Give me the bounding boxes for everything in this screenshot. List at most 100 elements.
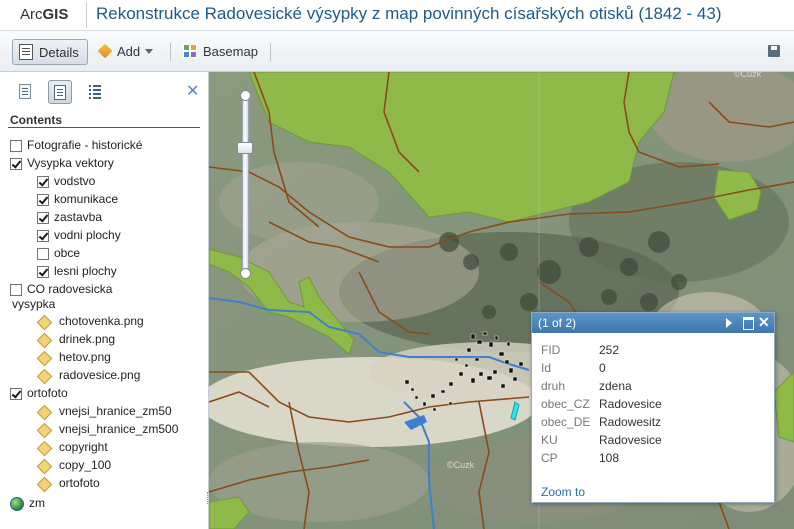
legend-icon — [89, 84, 101, 99]
tab-contents[interactable] — [48, 80, 72, 104]
attribute-row: FID 252 — [541, 341, 774, 359]
legend-symbol-icon — [36, 368, 53, 385]
layer-checkbox[interactable] — [10, 140, 22, 152]
add-label: Add — [117, 43, 141, 59]
layer-label: vnejsi_hranice_zm50 — [59, 404, 172, 418]
legend-symbol-icon — [36, 422, 53, 439]
app-header: ArcGIS Rekonstrukce Radovesické výsypky … — [0, 0, 794, 31]
layer-label: zastavba — [54, 210, 103, 224]
layer-checkbox[interactable] — [37, 248, 49, 260]
attribute-value: 0 — [599, 361, 606, 375]
maximize-icon[interactable] — [743, 317, 754, 330]
layer-label: ortofoto — [27, 386, 68, 400]
toolbar: Details Add Basemap — [0, 31, 794, 72]
legend-symbol-icon — [36, 458, 53, 475]
arcgis-logo[interactable]: ArcGIS — [20, 6, 68, 23]
logo-bold: GIS — [42, 6, 69, 23]
popup-attributes: FID 252 Id 0 druh zdena obec_CZ Radovesice obec_… — [532, 333, 774, 467]
layer-item[interactable]: Vysypka vektory — [10, 156, 114, 174]
legend-symbol-icon — [36, 350, 53, 367]
layer-item[interactable]: komunikace — [37, 192, 118, 210]
attribute-row: obec_CZ Radovesice — [541, 395, 774, 413]
layer-item[interactable]: lesni plochy — [37, 264, 117, 282]
attribute-key: KU — [541, 433, 558, 447]
layer-checkbox[interactable] — [37, 266, 49, 278]
layer-checkbox[interactable] — [10, 284, 22, 296]
layer-label: komunikace — [54, 192, 119, 206]
map-watermark: ©Cuzk — [734, 72, 762, 79]
zoom-out-button[interactable] — [240, 268, 251, 279]
map-title: Rekonstrukce Radovesické výsypky z map p… — [96, 4, 722, 23]
contents-heading: Contents — [10, 113, 62, 127]
zoom-slider[interactable] — [237, 90, 253, 280]
save-icon — [768, 45, 780, 57]
contents-panel: ✕ Contents Fotografie - historické Vysypk… — [0, 72, 209, 529]
layer-label: Fotografie - historické — [27, 138, 143, 152]
layer-label: obce — [54, 246, 81, 260]
basemap-layer-item: zm — [10, 496, 45, 514]
sublayer-item: chotovenka.png — [36, 314, 144, 332]
basemap-button[interactable]: Basemap — [183, 39, 258, 63]
map-view[interactable]: ©Cuzk ©Cuzk (1 of 2) ✕ FID 252 Id 0 druh zden… — [209, 72, 794, 529]
toolbar-divider — [270, 43, 271, 61]
close-icon[interactable]: ✕ — [758, 315, 770, 329]
layer-checkbox[interactable] — [10, 158, 22, 170]
zoom-slider-thumb[interactable] — [237, 142, 253, 154]
save-button[interactable] — [768, 39, 780, 63]
close-panel-icon[interactable]: ✕ — [186, 84, 199, 100]
layer-label: drinek.png — [59, 332, 116, 346]
legend-symbol-icon — [36, 440, 53, 457]
attribute-key: FID — [541, 343, 561, 357]
zoom-in-button[interactable] — [240, 90, 251, 101]
sublayer-item: ortofoto — [36, 476, 100, 494]
details-button[interactable]: Details — [12, 39, 88, 65]
attribute-value: Radovesice — [599, 397, 662, 411]
title-divider — [86, 2, 87, 28]
layer-label: lesni plochy — [54, 264, 117, 278]
sublayer-item: drinek.png — [36, 332, 116, 350]
popup-counter: (1 of 2) — [538, 316, 577, 330]
layer-label: CO radovesicka vysypka — [12, 282, 113, 312]
sublayer-item: radovesice.png — [36, 368, 141, 386]
attribute-value: zdena — [599, 379, 632, 393]
sublayer-item: vnejsi_hranice_zm50 — [36, 404, 172, 422]
layer-item[interactable]: ortofoto — [10, 386, 68, 404]
attribute-row: KU Radovesice — [541, 431, 774, 449]
globe-icon — [10, 497, 24, 511]
layer-item[interactable]: Fotografie - historické — [10, 138, 142, 156]
attribute-key: obec_CZ — [541, 397, 590, 411]
attribute-row: CP 108 — [541, 449, 774, 467]
zoom-to-link[interactable]: Zoom to — [541, 485, 585, 499]
layer-checkbox[interactable] — [37, 176, 49, 188]
legend-symbol-icon — [36, 476, 53, 493]
tab-about[interactable] — [14, 80, 36, 102]
layer-label: vodstvo — [54, 174, 96, 188]
add-button[interactable]: Add — [97, 39, 154, 63]
layer-item[interactable]: CO radovesicka vysypka — [10, 282, 112, 311]
legend-symbol-icon — [36, 332, 53, 349]
tab-legend[interactable] — [84, 80, 106, 102]
basemap-label: Basemap — [203, 43, 258, 59]
next-feature-icon[interactable] — [726, 318, 732, 328]
layer-item[interactable]: vodstvo — [37, 174, 95, 192]
attribute-row: obec_DE Radowesitz — [541, 413, 774, 431]
sublayer-item: hetov.png — [36, 350, 111, 368]
layer-label: radovesice.png — [59, 368, 141, 382]
layer-label-line: CO radovesicka — [27, 282, 113, 296]
popup-header: (1 of 2) ✕ — [532, 313, 774, 333]
layer-checkbox[interactable] — [37, 212, 49, 224]
layer-checkbox[interactable] — [10, 388, 22, 400]
zoom-track[interactable] — [242, 98, 249, 274]
layer-checkbox[interactable] — [37, 230, 49, 242]
attribute-value: 108 — [599, 451, 620, 465]
attribute-value: Radowesitz — [599, 415, 662, 429]
layer-label: zm — [29, 496, 45, 510]
layer-item[interactable]: zastavba — [37, 210, 102, 228]
attribute-row: druh zdena — [541, 377, 774, 395]
layer-label-line: vysypka — [12, 297, 56, 311]
layer-checkbox[interactable] — [37, 194, 49, 206]
chevron-down-icon — [145, 48, 154, 54]
layer-item[interactable]: vodni plochy — [37, 228, 121, 246]
layer-item[interactable]: obce — [37, 246, 80, 264]
layer-label: Vysypka vektory — [27, 156, 114, 170]
